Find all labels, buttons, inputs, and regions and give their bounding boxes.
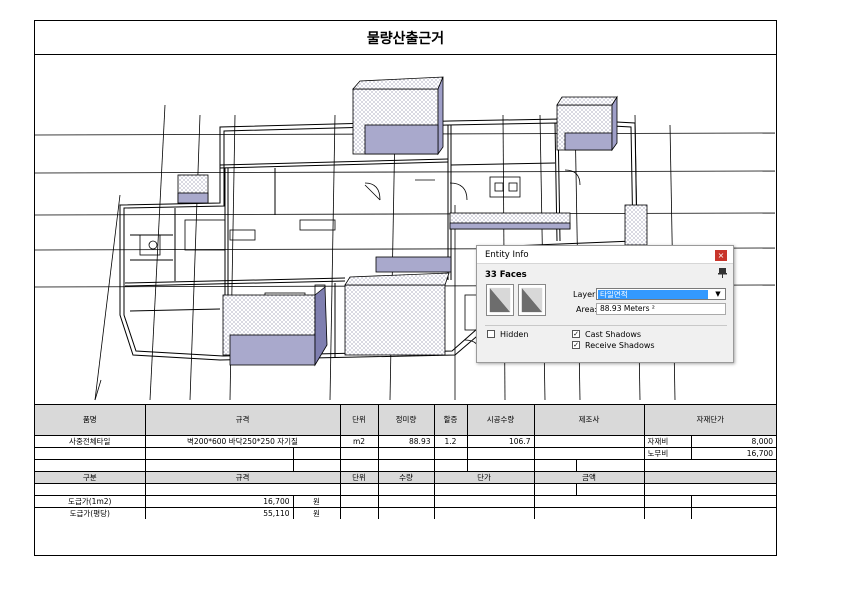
header-unit-2: 단위 — [339, 470, 379, 484]
hidden-label: Hidden — [500, 330, 529, 339]
entity-faces-count: 33 Faces — [485, 270, 527, 280]
header-work-qty: 시공수량 — [466, 405, 535, 436]
header-maker: 제조사 — [533, 405, 645, 436]
header-spec: 규격 — [144, 405, 341, 436]
table-row: 도급가(평당) 55,110 원 — [35, 506, 777, 519]
contract-price-pyeong-value: 55,110 — [144, 506, 294, 519]
quantity-table: 품명 규격 단위 정미량 할증 시공수량 제조사 자재단가 사중전체타일 벽20… — [35, 405, 777, 519]
pin-icon[interactable] — [718, 268, 727, 278]
close-icon[interactable]: × — [715, 250, 727, 261]
material-cost-label: 자재비 — [643, 434, 692, 448]
floor-plan-drawing: Entity Info × 33 Faces Layer: 타일면적 ▼ Are… — [35, 55, 776, 405]
header-amount: 금액 — [533, 470, 645, 484]
table-header-row: 품명 규격 단위 정미량 할증 시공수량 제조사 자재단가 — [35, 405, 777, 436]
header-unit-price: 자재단가 — [643, 405, 777, 436]
hidden-checkbox[interactable] — [487, 330, 495, 338]
entity-info-titlebar[interactable]: Entity Info × — [477, 246, 733, 264]
contract-price-pyeong-label: 도급가(평당) — [35, 506, 146, 519]
table-row: 노무비 16,700 — [35, 446, 777, 460]
currency-unit: 원 — [292, 506, 341, 519]
contract-price-m2-value: 16,700 — [144, 494, 294, 508]
table-row — [35, 458, 777, 472]
cast-shadows-label: Cast Shadows — [585, 330, 642, 339]
entity-info-dialog[interactable]: Entity Info × 33 Faces Layer: 타일면적 ▼ Are… — [476, 245, 734, 363]
material-swatch-icon[interactable] — [486, 284, 514, 316]
material-cost-value: 8,000 — [690, 434, 777, 448]
table-row — [35, 482, 777, 496]
layer-select[interactable]: 타일면적 ▼ — [596, 288, 726, 300]
cast-shadows-checkbox[interactable]: ✓ — [572, 330, 580, 338]
header-category: 구분 — [35, 470, 146, 484]
area-label: Area: — [576, 305, 598, 314]
header-unit: 단위 — [339, 405, 379, 436]
item-net-qty: 88.93 — [377, 434, 435, 448]
currency-unit: 원 — [292, 494, 341, 508]
item-surcharge: 1.2 — [433, 434, 468, 448]
header-qty: 수량 — [377, 470, 435, 484]
table-row: 도급가(1m2) 16,700 원 — [35, 494, 777, 508]
item-work-qty: 106.7 — [466, 434, 535, 448]
header-net-qty: 정미량 — [377, 405, 435, 436]
item-unit: m2 — [339, 434, 379, 448]
entity-info-title: Entity Info — [485, 250, 529, 260]
item-name: 사중전체타일 — [35, 434, 146, 448]
chevron-down-icon[interactable]: ▼ — [711, 289, 725, 299]
receive-shadows-label: Receive Shadows — [585, 341, 655, 350]
table-header-row: 구분 규격 단위 수량 단가 금액 — [35, 470, 777, 484]
receive-shadows-checkbox[interactable]: ✓ — [572, 341, 580, 349]
item-spec: 벽200*600 바닥250*250 자기질 — [144, 434, 341, 448]
sheet-title: 물량산출근거 — [35, 21, 776, 55]
divider — [485, 325, 727, 326]
header-surcharge: 할증 — [433, 405, 468, 436]
header-spec-2: 규격 — [144, 470, 341, 484]
contract-price-m2-label: 도급가(1m2) — [35, 494, 146, 508]
header-price: 단가 — [433, 470, 535, 484]
labor-cost-value: 16,700 — [690, 446, 777, 460]
layer-label: Layer: — [573, 290, 598, 299]
header-name: 품명 — [35, 405, 146, 436]
labor-cost-label: 노무비 — [643, 446, 692, 460]
table-row: 사중전체타일 벽200*600 바닥250*250 자기질 m2 88.93 1… — [35, 434, 777, 448]
area-value: 88.93 Meters ² — [596, 303, 726, 315]
quantity-sheet: 물량산출근거 Entity Info × 33 Faces Layer: 타일면… — [34, 20, 777, 556]
back-material-swatch-icon[interactable] — [518, 284, 546, 316]
layer-selected-value: 타일면적 — [598, 290, 708, 299]
